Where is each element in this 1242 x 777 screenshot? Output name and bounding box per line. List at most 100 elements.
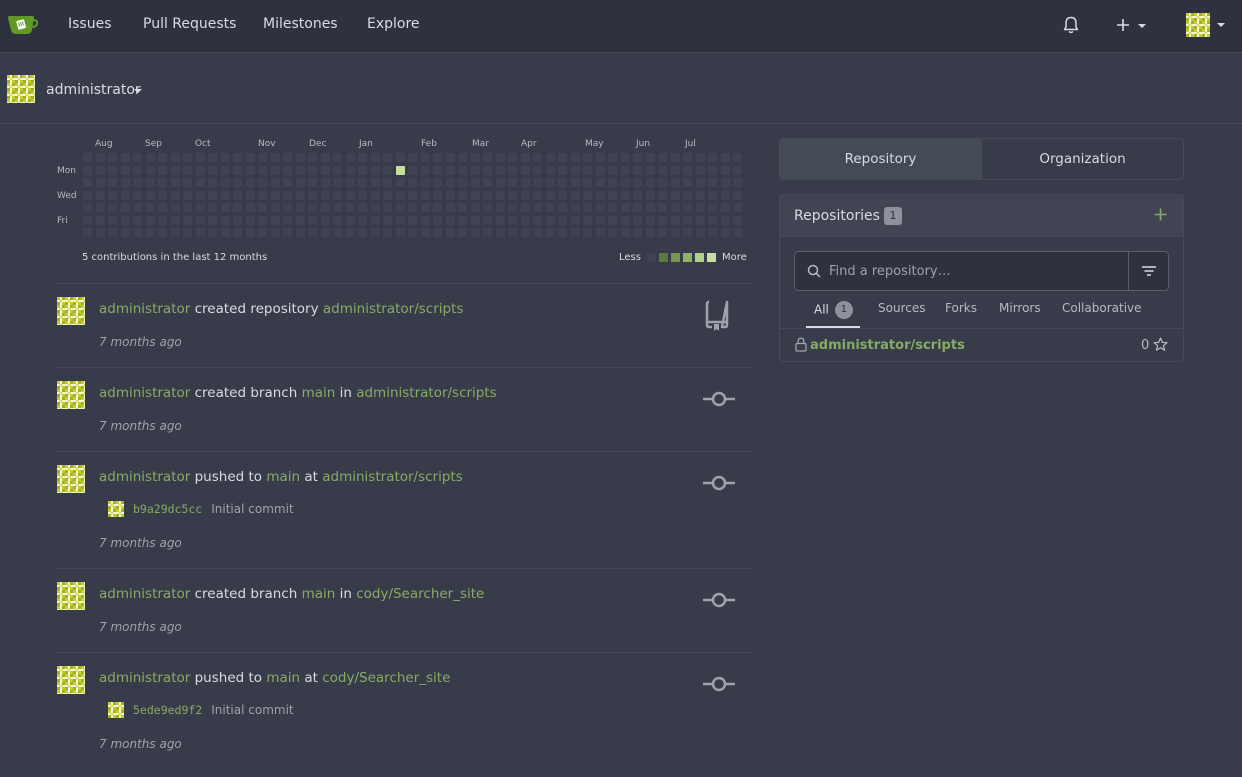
add-repository-icon[interactable] (1154, 208, 1167, 221)
heatmap-cell (120, 190, 130, 200)
nav-issues[interactable]: Issues (68, 16, 112, 32)
search-input[interactable] (829, 252, 1125, 290)
heatmap-cell (83, 178, 92, 187)
filter-mirrors[interactable]: Mirrors (999, 301, 1041, 315)
heatmap-cell (508, 215, 517, 225)
heatmap-cell (533, 228, 542, 237)
commit-sha-link[interactable]: 5ede9ed9f2 (133, 703, 202, 717)
chevron-down-icon[interactable] (134, 89, 142, 93)
feed-branch-link[interactable]: main (266, 670, 300, 686)
nav-explore[interactable]: Explore (367, 16, 420, 32)
feed-user-link[interactable]: administrator (99, 469, 190, 485)
heatmap-legend: Less More (619, 252, 747, 263)
feed-user-link[interactable]: administrator (99, 385, 190, 401)
heatmap-cell (333, 190, 342, 200)
heatmap-month-label: May (585, 139, 604, 149)
heatmap-cell (458, 153, 467, 162)
heatmap-cell (645, 203, 655, 212)
filter-collaborative[interactable]: Collaborative (1062, 301, 1142, 315)
filter-all-count: 1 (834, 301, 853, 319)
avatar[interactable] (57, 381, 85, 409)
heatmap-cell (470, 153, 480, 162)
feed-user-link[interactable]: administrator (99, 301, 190, 317)
avatar[interactable] (57, 666, 85, 694)
heatmap-cell (370, 228, 380, 237)
feed-branch-link[interactable]: main (302, 586, 336, 602)
heatmap-cell (408, 215, 417, 225)
heatmap-cell (733, 215, 742, 225)
heatmap-cell (333, 178, 342, 187)
heatmap-cell (233, 165, 242, 175)
heatmap-cell (420, 203, 430, 212)
avatar[interactable] (57, 582, 85, 610)
heatmap-cell (183, 153, 192, 162)
heatmap-cell (558, 215, 567, 225)
heatmap-cell (183, 178, 192, 187)
heatmap-cell (658, 190, 667, 200)
heatmap-cell (120, 228, 130, 237)
heatmap-cell (545, 203, 555, 212)
repository-link[interactable]: administrator/scripts (810, 338, 965, 353)
feed-text: administrator pushed to main at cody/Sea… (99, 670, 451, 686)
heatmap-cell (395, 153, 405, 162)
user-menu-button[interactable] (1186, 13, 1228, 37)
avatar[interactable] (57, 465, 85, 493)
feed-repo-link[interactable]: cody/Searcher_site (356, 586, 484, 602)
repo-icon (705, 300, 729, 331)
feed-user-link[interactable]: administrator (99, 670, 190, 686)
nav-milestones[interactable]: Milestones (263, 16, 338, 32)
nav-pull-requests[interactable]: Pull Requests (143, 16, 236, 32)
heatmap-cell (633, 228, 642, 237)
heatmap-cell (83, 190, 92, 200)
heatmap-cell (533, 215, 542, 225)
heatmap-cell (445, 190, 455, 200)
heatmap-cell (245, 165, 255, 175)
heatmap-cell (558, 165, 567, 175)
heatmap-cell (83, 153, 92, 162)
create-new-button[interactable] (1114, 14, 1148, 36)
feed-repo-link[interactable]: administrator/scripts (322, 469, 463, 485)
filter-sources[interactable]: Sources (878, 301, 925, 315)
heatmap-cell (433, 203, 442, 212)
feed-repo-link[interactable]: administrator/scripts (323, 301, 464, 317)
heatmap-cell (333, 215, 342, 225)
heatmap-cell (683, 203, 692, 212)
heatmap-month-label: Aug (95, 139, 113, 149)
heatmap-cell (370, 190, 380, 200)
heatmap-cell (170, 165, 180, 175)
avatar[interactable] (57, 297, 85, 325)
heatmap-cell (433, 190, 442, 200)
heatmap-month-label: Apr (521, 139, 537, 149)
filter-forks[interactable]: Forks (945, 301, 977, 315)
feed-repo-link[interactable]: cody/Searcher_site (322, 670, 450, 686)
feed-repo-link[interactable]: administrator/scripts (356, 385, 497, 401)
heatmap-cell (645, 165, 655, 175)
tab-repository[interactable]: Repository (780, 139, 981, 179)
heatmap-cell (108, 228, 117, 237)
heatmap-cell (383, 203, 392, 212)
heatmap-cell (620, 215, 630, 225)
repository-count-badge: 1 (884, 207, 902, 225)
feed-branch-link[interactable]: main (302, 385, 336, 401)
gitea-logo-icon[interactable] (6, 12, 38, 36)
heatmap-cell (245, 215, 255, 225)
feed-branch-link[interactable]: main (266, 469, 300, 485)
filter-all[interactable]: All 1 (814, 301, 853, 319)
heatmap-cell (433, 165, 442, 175)
heatmap-cell (145, 153, 155, 162)
heatmap-cell (83, 165, 92, 175)
heatmap-cell (208, 228, 217, 237)
commit-sha-link[interactable]: b9a29dc5cc (133, 502, 202, 516)
heatmap-cell (595, 215, 605, 225)
tab-organization[interactable]: Organization (981, 139, 1183, 179)
heatmap-cell (370, 178, 380, 187)
repository-list-item[interactable]: administrator/scripts 0 (780, 330, 1183, 361)
heatmap-cell (370, 215, 380, 225)
heatmap-cell (570, 178, 580, 187)
bell-icon[interactable] (1061, 15, 1081, 35)
context-user-switcher[interactable]: administrator (46, 82, 141, 98)
feed-user-link[interactable]: administrator (99, 586, 190, 602)
heatmap-cell (508, 153, 517, 162)
filter-button[interactable] (1128, 252, 1169, 290)
heatmap-cell (270, 153, 280, 162)
